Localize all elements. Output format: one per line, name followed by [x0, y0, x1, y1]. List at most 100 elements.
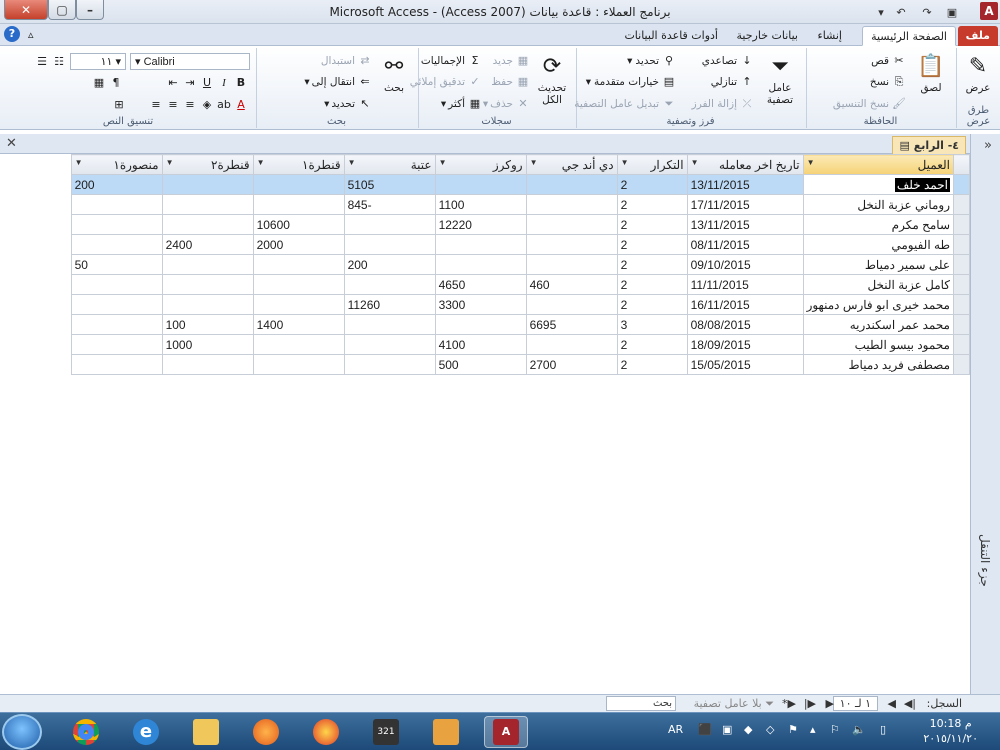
start-button[interactable]	[2, 714, 42, 750]
table-cell[interactable]	[252, 354, 345, 375]
table-cell[interactable]	[161, 174, 254, 195]
col-header-customer[interactable]: العميل ▼	[802, 154, 955, 175]
clock[interactable]: 10:18 م ٢٠١٥/١١/٢٠	[923, 716, 978, 746]
table-cell[interactable]	[161, 214, 254, 235]
network-icon[interactable]: ▯	[880, 723, 886, 736]
table-cell[interactable]	[161, 254, 254, 275]
table-cell[interactable]	[525, 254, 618, 275]
table-cell[interactable]: كامل عزبة النخل	[802, 274, 955, 295]
new-record-nav-icon[interactable]: ▶*	[782, 697, 796, 710]
table-cell[interactable]: 11/11/2015	[686, 274, 804, 295]
outdent-icon[interactable]: ⇤	[166, 76, 180, 90]
table-cell[interactable]: 13/11/2015	[686, 214, 804, 235]
row-selector[interactable]	[953, 214, 970, 235]
table-row[interactable]: طه الفيومي 08/11/2015 2 2000 2400	[70, 234, 970, 255]
security-tray-icon[interactable]: ◇	[766, 723, 774, 736]
font-name-box[interactable]: ▾ Calibri	[130, 53, 250, 70]
table-cell[interactable]	[161, 354, 254, 375]
align-right-icon[interactable]: ≡	[183, 98, 197, 112]
table-cell[interactable]: 2	[616, 174, 688, 195]
row-selector[interactable]	[953, 294, 970, 315]
table-cell[interactable]: 2400	[161, 234, 254, 255]
row-selector[interactable]	[953, 314, 970, 335]
table-cell[interactable]: محمد خيرى ابو فارس دمنهور	[802, 294, 955, 315]
row-selector[interactable]	[953, 234, 970, 255]
table-cell[interactable]: 16/11/2015	[686, 294, 804, 315]
table-cell[interactable]: 500	[434, 354, 527, 375]
find-button[interactable]: ⚯ بحث	[376, 52, 412, 94]
chrome-taskbar-icon[interactable]	[64, 716, 108, 748]
table-cell[interactable]: 13/11/2015	[686, 174, 804, 195]
table-cell[interactable]: محمد عمر اسكندريه	[802, 314, 955, 335]
table-cell[interactable]: 17/11/2015	[686, 194, 804, 215]
list-buttons[interactable]: ☷ ☰	[32, 55, 66, 69]
table-cell[interactable]: 11260	[343, 294, 436, 315]
row-selector[interactable]	[953, 174, 970, 195]
paste-button[interactable]: 📋 لصق	[914, 52, 948, 94]
toggle-filter-button[interactable]: ⏷ تبديل عامل التصفية	[574, 97, 676, 111]
italic-icon[interactable]: I	[217, 76, 231, 90]
table-cell[interactable]	[434, 314, 527, 335]
table-cell[interactable]	[70, 214, 163, 235]
tab-home[interactable]: الصفحة الرئيسية	[862, 26, 956, 46]
totals-button[interactable]: Σ الإجماليات	[421, 54, 482, 68]
access-taskbar-icon[interactable]: A	[484, 716, 528, 748]
volume-icon[interactable]: 🔈	[852, 723, 866, 736]
table-cell[interactable]: 2700	[525, 354, 618, 375]
table-cell[interactable]: 12220	[434, 214, 527, 235]
table-cell[interactable]	[252, 174, 345, 195]
col-header-rockers[interactable]: روكرز ▼	[434, 154, 527, 175]
view-button[interactable]: ✎ عرض	[960, 52, 996, 94]
firefox-taskbar-icon[interactable]	[244, 716, 288, 748]
underline-icon[interactable]: U	[200, 76, 214, 90]
tab-external-data[interactable]: بيانات خارجية	[729, 26, 806, 46]
select-button[interactable]: ↖ تحديد ▾	[324, 97, 372, 111]
table-cell[interactable]: 1100	[434, 194, 527, 215]
table-cell[interactable]: 09/10/2015	[686, 254, 804, 275]
table-row[interactable]: محمود بيسو الطيب 18/09/2015 2 4100 1000	[70, 334, 970, 355]
table-cell[interactable]: 08/11/2015	[686, 234, 804, 255]
tab-create[interactable]: إنشاء	[810, 26, 850, 46]
table-cell[interactable]: 2	[616, 334, 688, 355]
fill-color-icon[interactable]: ◈	[200, 98, 214, 112]
selection-button[interactable]: ⚲ تحديد ▾	[627, 54, 676, 68]
expand-nav-icon[interactable]: »	[984, 138, 992, 153]
row-selector[interactable]	[953, 354, 970, 375]
table-cell[interactable]: 18/09/2015	[686, 334, 804, 355]
table-cell[interactable]	[70, 314, 163, 335]
col-header-mansoura1[interactable]: منصورة١ ▼	[70, 154, 163, 175]
more-button[interactable]: ▦ أكثر ▾	[441, 97, 482, 111]
table-cell[interactable]	[252, 194, 345, 215]
navigation-pane[interactable]: » جزء التنقل	[970, 134, 1000, 694]
refresh-all-button[interactable]: ⟳ تحديث الكل	[534, 52, 570, 106]
format-painter-button[interactable]: 🖌 نسخ التنسيق	[833, 97, 906, 111]
table-cell[interactable]	[70, 194, 163, 215]
table-row[interactable]: روماني عزبة النخل 17/11/2015 2 1100 -845	[70, 194, 970, 215]
table-grid-icon[interactable]: ⊞	[112, 98, 126, 112]
row-selector[interactable]	[953, 254, 970, 275]
close-document-icon[interactable]: ✕	[6, 136, 17, 151]
new-record-button[interactable]: ▦ جديد	[493, 54, 530, 68]
show-hidden-icons[interactable]: ▴	[810, 723, 816, 736]
table-cell[interactable]	[252, 334, 345, 355]
table-cell[interactable]: 08/08/2015	[686, 314, 804, 335]
table-cell[interactable]: محمود بيسو الطيب	[802, 334, 955, 355]
font-size-box[interactable]: ١١ ▾	[70, 53, 126, 70]
table-cell[interactable]: 2	[616, 254, 688, 275]
next-record-icon[interactable]: ▶	[826, 697, 834, 710]
spelling-button[interactable]: ✓ تدقيق إملائي	[410, 75, 482, 89]
col-header-last-date[interactable]: تاريخ اخر معامله ▼	[686, 154, 804, 175]
table-cell[interactable]	[525, 334, 618, 355]
table-cell[interactable]	[70, 274, 163, 295]
table-cell[interactable]: روماني عزبة النخل	[802, 194, 955, 215]
table-cell[interactable]: 1000	[161, 334, 254, 355]
minimize-ribbon-icon[interactable]: ▵	[28, 28, 34, 41]
table-cell[interactable]: 4650	[434, 274, 527, 295]
table-cell[interactable]	[525, 234, 618, 255]
table-cell[interactable]: 460	[525, 274, 618, 295]
gridlines-icon[interactable]: ▦	[92, 76, 106, 90]
sort-ascending-button[interactable]: ↓ تصاعدي	[702, 54, 754, 68]
table-cell[interactable]	[70, 234, 163, 255]
align-center-icon[interactable]: ≡	[166, 98, 180, 112]
table-cell[interactable]: احمد خلف	[802, 174, 955, 195]
